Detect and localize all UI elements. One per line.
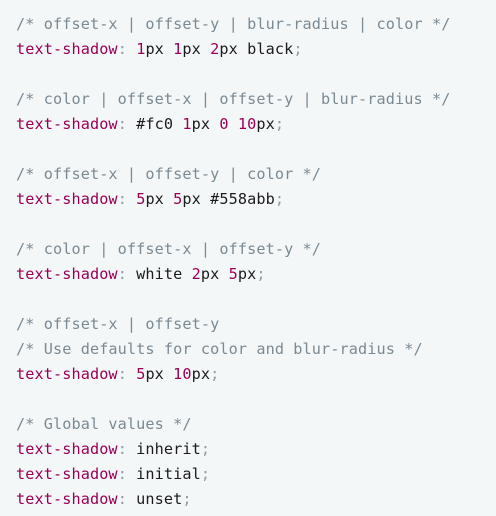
semicolon: ; bbox=[256, 265, 266, 283]
colon: : bbox=[117, 40, 127, 58]
code-comment: /* offset-x | offset-y | color */ bbox=[16, 165, 322, 183]
unit: px bbox=[191, 365, 211, 383]
code-line: text-shadow: white 2px 5px; bbox=[16, 262, 496, 287]
keyword-value: inherit bbox=[126, 440, 201, 458]
unit: px bbox=[145, 190, 174, 208]
number: 10 bbox=[173, 365, 192, 383]
unit: px bbox=[182, 40, 211, 58]
colon: : bbox=[117, 465, 127, 483]
code-line: text-shadow: 1px 1px 2px black; bbox=[16, 37, 496, 62]
unit: px bbox=[191, 115, 220, 133]
code-line: text-shadow: unset; bbox=[16, 487, 496, 512]
number: 0 bbox=[219, 115, 229, 133]
property-name: text-shadow bbox=[16, 440, 118, 458]
number: 2 bbox=[191, 265, 201, 283]
unit: px bbox=[145, 365, 174, 383]
semicolon: ; bbox=[182, 490, 192, 508]
colon: : bbox=[117, 190, 127, 208]
property-name: text-shadow bbox=[16, 115, 118, 133]
colon: : bbox=[117, 490, 127, 508]
property-name: text-shadow bbox=[16, 465, 118, 483]
keyword-value: unset bbox=[126, 490, 183, 508]
semicolon: ; bbox=[293, 40, 303, 58]
semicolon: ; bbox=[274, 115, 285, 133]
unit: px #558abb bbox=[182, 190, 275, 208]
code-line: /* offset-x | offset-y bbox=[16, 312, 496, 337]
property-name: text-shadow bbox=[16, 490, 118, 508]
semicolon: ; bbox=[200, 440, 211, 458]
code-comment: /* Global values */ bbox=[16, 415, 192, 433]
code-comment: /* offset-x | offset-y bbox=[16, 315, 220, 333]
unit: px black bbox=[219, 40, 294, 58]
code-line: /* Global values */ bbox=[16, 412, 496, 437]
number: 1 bbox=[182, 115, 192, 133]
colon: : bbox=[117, 365, 127, 383]
code-comment: /* offset-x | offset-y | blur-radius | c… bbox=[16, 15, 451, 33]
code-comment: /* color | offset-x | offset-y | blur-ra… bbox=[16, 90, 451, 108]
semicolon: ; bbox=[274, 190, 285, 208]
unit: px bbox=[237, 265, 257, 283]
code-comment: /* color | offset-x | offset-y */ bbox=[16, 240, 322, 258]
value-text: white bbox=[126, 265, 192, 283]
colon: : bbox=[117, 440, 127, 458]
code-line: /* offset-x | offset-y | blur-radius | c… bbox=[16, 12, 496, 37]
property-name: text-shadow bbox=[16, 190, 118, 208]
unit: px bbox=[256, 115, 275, 133]
code-block: /* offset-x | offset-y | blur-radius | c… bbox=[0, 0, 496, 516]
code-line: /* color | offset-x | offset-y */ bbox=[16, 237, 496, 262]
property-name: text-shadow bbox=[16, 40, 118, 58]
semicolon: ; bbox=[210, 365, 220, 383]
code-line: /* color | offset-x | offset-y | blur-ra… bbox=[16, 87, 496, 112]
code-line: /* Use defaults for color and blur-radiu… bbox=[16, 337, 496, 362]
code-line: text-shadow: #fc0 1px 0 10px; bbox=[16, 112, 496, 137]
unit: px bbox=[200, 265, 229, 283]
colon: : bbox=[117, 115, 127, 133]
property-name: text-shadow bbox=[16, 365, 118, 383]
code-comment: /* Use defaults for color and blur-radiu… bbox=[16, 340, 423, 358]
code-line: text-shadow: 5px 10px; bbox=[16, 362, 496, 387]
code-line: /* offset-x | offset-y | color */ bbox=[16, 162, 496, 187]
code-line: text-shadow: initial; bbox=[16, 462, 496, 487]
unit: px bbox=[145, 40, 174, 58]
value-text: #fc0 bbox=[126, 115, 183, 133]
code-line: text-shadow: 5px 5px #558abb; bbox=[16, 187, 496, 212]
number: 5 bbox=[228, 265, 238, 283]
keyword-value: initial bbox=[126, 465, 201, 483]
number: 10 bbox=[237, 115, 257, 133]
semicolon: ; bbox=[200, 465, 211, 483]
property-name: text-shadow bbox=[16, 265, 118, 283]
colon: : bbox=[117, 265, 127, 283]
code-line: text-shadow: inherit; bbox=[16, 437, 496, 462]
